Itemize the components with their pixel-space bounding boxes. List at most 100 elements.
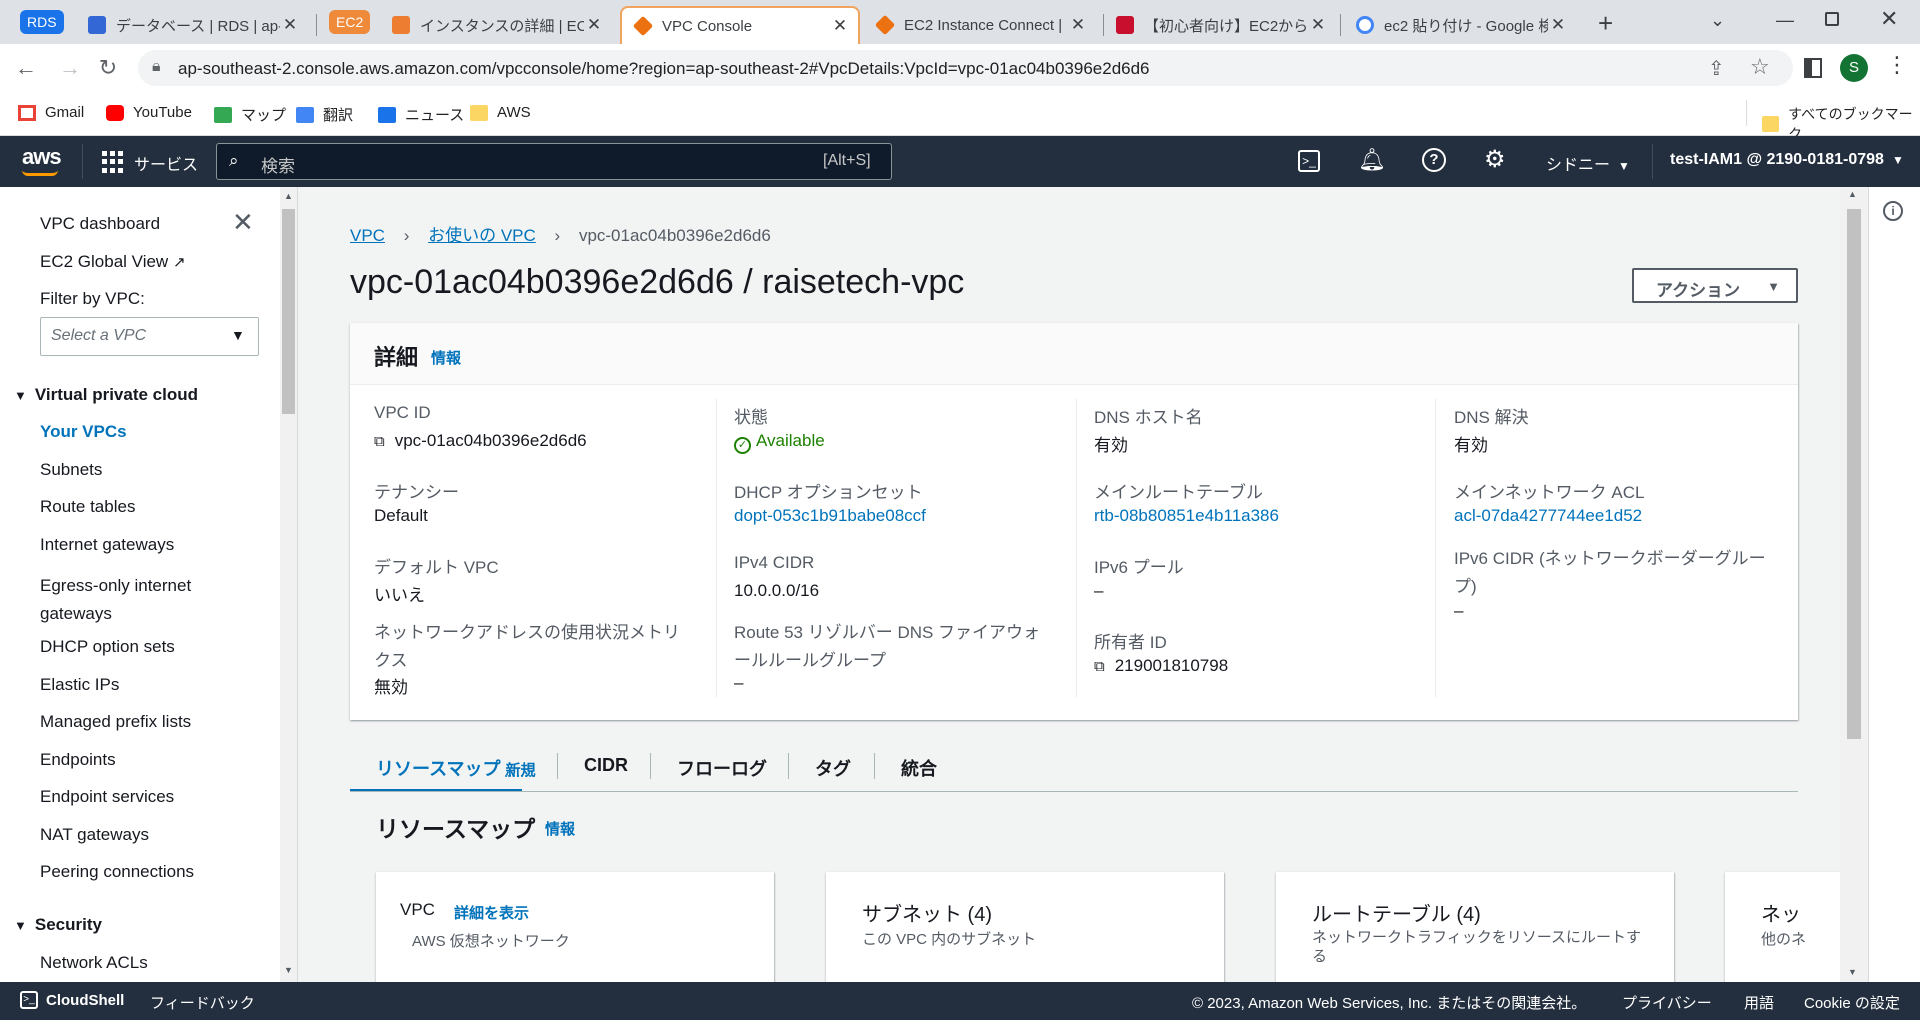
details-info-link[interactable]: 情報 [431,347,461,368]
tab-flow-logs[interactable]: フローログ [677,755,767,781]
sidebar-item-network-acls[interactable]: Network ACLs [40,953,148,973]
notifications-bell-icon[interactable]: 🔔︎ [1358,147,1386,173]
sidebar-item-route-tables[interactable]: Route tables [40,497,135,517]
restore-icon[interactable] [1825,12,1839,26]
footer-cookies[interactable]: Cookie の設定 [1804,992,1900,1013]
browser-tab-vpc-console[interactable]: VPC Console ✕ [620,6,860,44]
sidebar-scrollbar[interactable]: ▲ ▼ [280,187,298,982]
aws-logo[interactable]: aws [22,144,62,170]
breadcrumb-vpc[interactable]: VPC [350,226,385,245]
bookmark-news[interactable]: ニュース [378,104,464,125]
network-address-metrics-value: 無効 [374,678,408,697]
section-virtual-private-cloud[interactable]: ▼ Virtual private cloud [14,385,198,405]
main-route-table-link[interactable]: rtb-08b80851e4b11a386 [1094,506,1279,526]
close-tab-icon[interactable]: ✕ [584,15,604,35]
tab-resource-map[interactable]: リソースマップ 新規 [376,755,536,781]
services-menu[interactable]: サービス [134,151,198,175]
main-scroll-thumb[interactable] [1847,209,1861,739]
footer-privacy[interactable]: プライバシー [1622,992,1712,1013]
back-icon[interactable]: ← [12,54,40,82]
browser-tab-ec2[interactable]: インスタンスの詳細 | EC2 | ✕ [380,6,612,44]
bookmark-translate[interactable]: 翻訳 [296,104,353,125]
side-panel-icon[interactable] [1804,58,1822,78]
sidebar-item-elastic-ips[interactable]: Elastic IPs [40,675,119,695]
scroll-up-icon[interactable]: ▲ [284,191,293,201]
close-window-icon[interactable]: ✕ [1880,6,1898,32]
scroll-up-icon[interactable]: ▲ [1848,189,1857,199]
close-tab-icon[interactable]: ✕ [830,16,850,36]
help-icon[interactable]: ? [1422,148,1446,172]
resource-map-info-link[interactable]: 情報 [545,818,575,839]
close-tab-icon[interactable]: ✕ [1068,15,1088,35]
tab-tags[interactable]: タグ [815,755,851,781]
main-network-acl-link[interactable]: acl-07da4277744ee1d52 [1454,506,1642,526]
close-sidebar-icon[interactable]: ✕ [232,207,254,238]
caret-down-icon: ▼ [1767,279,1780,294]
sidebar-item-ec2-global-view[interactable]: EC2 Global View ↗︎ [40,252,186,272]
search-shortcut: [Alt+S] [823,152,871,169]
console-footer: >_ CloudShell フィードバック © 2023, Amazon Web… [0,982,1920,1020]
state-value: ✓ Available [734,431,825,454]
section-security[interactable]: ▼ Security [14,915,102,935]
view-details-link[interactable]: 詳細を表示 [454,902,529,923]
tab-group-rds[interactable]: RDS [20,10,64,34]
footer-cloudshell[interactable]: CloudShell [46,992,124,1009]
ec2-favicon-icon [392,16,410,34]
sidebar-item-peering-connections[interactable]: Peering connections [40,862,194,882]
tab-search-icon[interactable]: ⌄ [1710,10,1725,31]
aws-search-box[interactable]: ⌕ 検索 [Alt+S] [216,143,892,180]
browser-tab-rds[interactable]: データベース | RDS | ap-so ✕ [76,6,308,44]
sidebar-item-endpoints[interactable]: Endpoints [40,750,116,770]
new-tab-icon[interactable]: + [1598,8,1613,39]
region-selector[interactable]: シドニー ▼ [1546,151,1630,175]
actions-button[interactable]: アクション ▼ [1632,268,1798,303]
dhcp-options-link[interactable]: dopt-053c1b91babe08ccf [734,506,926,526]
account-menu[interactable]: test-IAM1 @ 2190-0181-0798 ▼ [1670,151,1904,169]
sidebar-item-egress-only-internet-gateways[interactable]: Egress-only internet gateways [40,572,240,628]
bookmark-star-icon[interactable]: ☆ [1750,54,1770,80]
browser-tab-article[interactable]: 【初心者向け】EC2からRD ✕ [1104,6,1336,44]
filter-vpc-select[interactable]: Select a VPC ▼ [40,317,259,356]
browser-tab-ec2-connect[interactable]: EC2 Instance Connect | ✕ [864,6,1096,44]
close-tab-icon[interactable]: ✕ [1308,15,1328,35]
breadcrumb-your-vpcs[interactable]: お使いの VPC [428,226,536,245]
scroll-down-icon[interactable]: ▼ [284,965,293,975]
sidebar-item-vpc-dashboard[interactable]: VPC dashboard [40,214,160,234]
services-grid-icon[interactable] [102,151,124,173]
minimize-icon[interactable]: — [1776,10,1794,31]
reload-icon[interactable]: ↻ [94,54,122,82]
copy-icon[interactable]: ⧉ [1094,658,1105,675]
close-tab-icon[interactable]: ✕ [1548,15,1568,35]
bookmark-aws[interactable]: AWS [470,104,531,121]
copy-icon[interactable]: ⧉ [374,433,385,450]
sidebar-item-endpoint-services[interactable]: Endpoint services [40,787,174,807]
browser-tab-google[interactable]: ec2 貼り付け - Google 検 ✕ [1344,6,1576,44]
browser-menu-icon[interactable]: ⋮ [1886,52,1908,78]
scroll-down-icon[interactable]: ▼ [1848,967,1857,977]
info-panel-icon[interactable]: i [1883,201,1903,221]
settings-gear-icon[interactable]: ⚙ [1484,145,1506,174]
sidebar-item-subnets[interactable]: Subnets [40,460,102,480]
profile-avatar[interactable]: S [1840,54,1868,82]
cloudshell-icon[interactable]: >_ [1298,150,1320,172]
main-scrollbar[interactable]: ▲ ▼ [1840,187,1868,982]
footer-feedback[interactable]: フィードバック [150,992,255,1013]
close-tab-icon[interactable]: ✕ [280,15,300,35]
sidebar-item-dhcp-option-sets[interactable]: DHCP option sets [40,637,175,657]
tab-group-ec2[interactable]: EC2 [329,10,371,34]
footer-terms[interactable]: 用語 [1744,992,1774,1013]
url-bar[interactable]: 🔒︎ ap-southeast-2.console.aws.amazon.com… [138,50,1793,86]
bookmark-gmail[interactable]: Gmail [18,104,84,121]
sidebar-item-internet-gateways[interactable]: Internet gateways [40,535,174,555]
tab-integration[interactable]: 統合 [901,755,937,781]
forward-icon[interactable]: → [56,54,84,82]
bookmark-youtube[interactable]: YouTube [106,104,192,121]
resource-card-network-connections: ネッ 他のネ [1725,872,1840,982]
share-icon[interactable]: ⇪ [1708,56,1725,81]
sidebar-scroll-thumb[interactable] [282,209,295,414]
sidebar-item-nat-gateways[interactable]: NAT gateways [40,825,149,845]
sidebar-item-managed-prefix-lists[interactable]: Managed prefix lists [40,712,191,732]
tab-cidr[interactable]: CIDR [584,755,628,776]
bookmark-maps[interactable]: マップ [214,104,286,125]
sidebar-item-your-vpcs[interactable]: Your VPCs [40,422,127,442]
